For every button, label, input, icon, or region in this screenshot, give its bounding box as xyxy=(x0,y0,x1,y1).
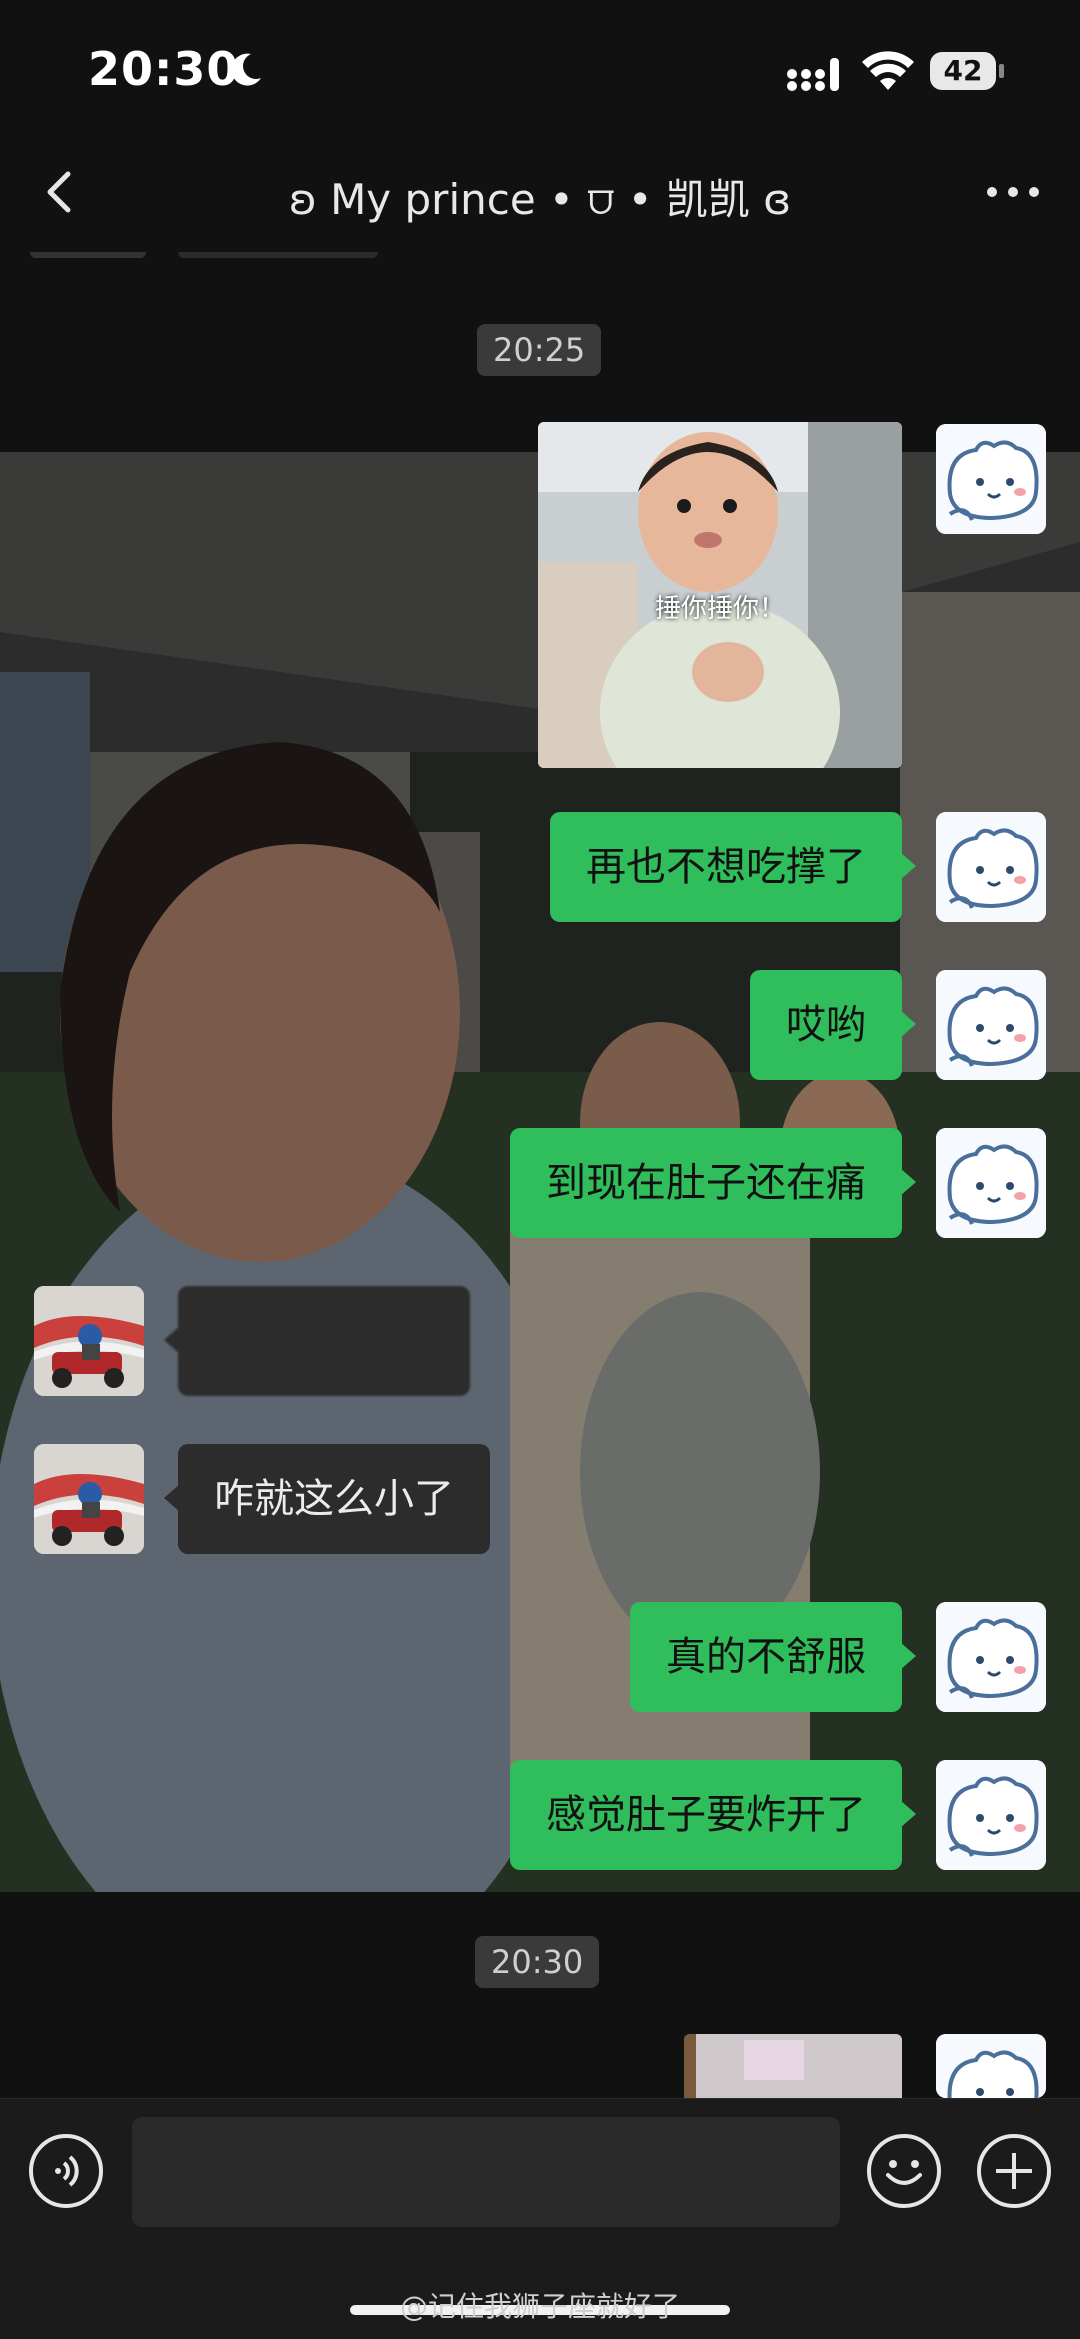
battery-level: 42 xyxy=(930,52,996,90)
emoji-icon[interactable] xyxy=(866,2133,942,2209)
timestamp: 20:30 xyxy=(475,1936,600,1988)
chat-area[interactable]: 20:25 捶你捶你！ 再也不想吃撑了 哎哟 到现在肚子还在痛 咋就这么小了 真… xyxy=(0,252,1080,2098)
timestamp: 20:25 xyxy=(477,324,602,376)
add-plus-icon[interactable] xyxy=(976,2133,1052,2209)
chat-title[interactable]: ʚ My prince • ⩌ • 凯凯 ɞ xyxy=(140,166,940,227)
bear-avatar-icon xyxy=(936,970,1046,1080)
my-avatar[interactable] xyxy=(936,1128,1046,1238)
signal-icon xyxy=(787,58,839,91)
outgoing-message[interactable]: 到现在肚子还在痛 xyxy=(510,1128,916,1238)
outgoing-message[interactable]: 哎哟 xyxy=(750,970,916,1080)
contact-avatar[interactable] xyxy=(34,1286,144,1396)
moon-icon xyxy=(231,53,261,86)
my-avatar[interactable] xyxy=(936,812,1046,922)
my-avatar[interactable] xyxy=(936,2034,1046,2098)
battery-icon: 42 xyxy=(930,52,1006,92)
status-time: 20:30 xyxy=(88,42,240,96)
outgoing-message[interactable]: 真的不舒服 xyxy=(630,1602,916,1712)
contact-avatar[interactable] xyxy=(34,1444,144,1554)
voice-input-icon[interactable] xyxy=(28,2133,104,2209)
sticker-image-message[interactable]: 捶你捶你！ xyxy=(538,422,902,768)
bear-avatar-icon xyxy=(936,812,1046,922)
more-options-icon[interactable] xyxy=(984,180,1042,204)
bear-avatar-icon xyxy=(936,2034,1046,2098)
bear-avatar-icon xyxy=(936,1128,1046,1238)
previous-message-edge xyxy=(178,252,378,258)
bear-avatar-icon xyxy=(936,424,1046,534)
go-kart-avatar-image xyxy=(34,1286,144,1396)
previous-message-edge xyxy=(30,252,146,258)
my-avatar[interactable] xyxy=(936,1602,1046,1712)
sticker-caption: 捶你捶你！ xyxy=(654,594,785,624)
wifi-icon xyxy=(862,51,914,90)
outgoing-message[interactable]: 再也不想吃撑了 xyxy=(550,812,916,922)
my-avatar[interactable] xyxy=(936,970,1046,1080)
my-avatar[interactable] xyxy=(936,424,1046,534)
input-bar: @记住我狮子座就好了 xyxy=(0,2098,1080,2339)
chat-header: ʚ My prince • ⩌ • 凯凯 ɞ xyxy=(0,140,1080,253)
incoming-message-redacted[interactable] xyxy=(164,1286,470,1396)
go-kart-avatar-image xyxy=(34,1444,144,1554)
back-chevron-icon[interactable] xyxy=(38,162,86,222)
bear-avatar-icon xyxy=(936,1760,1046,1870)
status-bar: 20:30 42 xyxy=(0,0,1080,140)
image-message-partial[interactable] xyxy=(684,2034,902,2098)
bear-avatar-icon xyxy=(936,1602,1046,1712)
message-input[interactable] xyxy=(132,2117,840,2227)
my-avatar[interactable] xyxy=(936,1760,1046,1870)
outgoing-message[interactable]: 感觉肚子要炸开了 xyxy=(510,1760,916,1870)
incoming-message[interactable]: 咋就这么小了 xyxy=(164,1444,490,1554)
weibo-watermark: @记住我狮子座就好了 xyxy=(399,2290,680,2323)
